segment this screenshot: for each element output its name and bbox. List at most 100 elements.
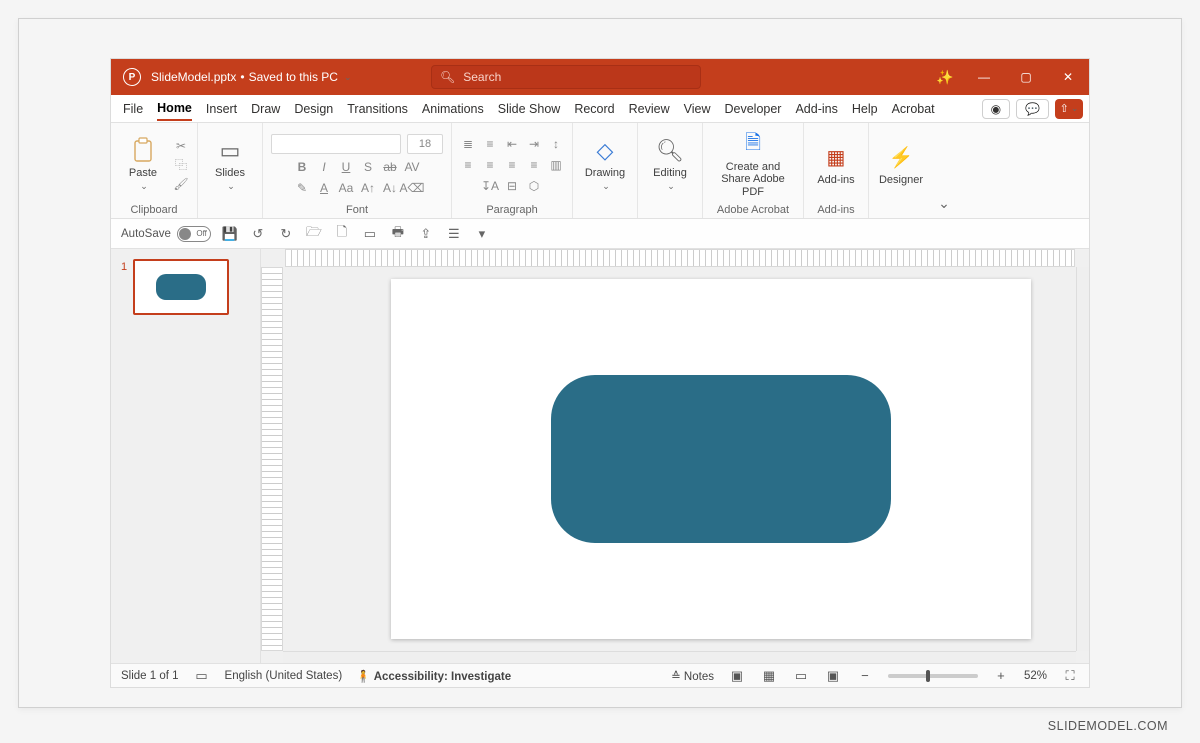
align-text-icon[interactable]: ⊟	[504, 178, 520, 194]
filename-area[interactable]: SlideModel.pptx • Saved to this PC ⌄	[151, 70, 352, 84]
tab-help[interactable]: Help	[852, 98, 878, 120]
tab-view[interactable]: View	[684, 98, 711, 120]
designer-button[interactable]: ⚡ Designer	[877, 129, 925, 201]
close-button[interactable]: ✕	[1047, 59, 1089, 95]
tab-record[interactable]: Record	[574, 98, 614, 120]
work-area: 1	[111, 249, 1089, 663]
save-icon[interactable]: 💾	[221, 225, 239, 243]
search-input[interactable]: 🔍︎ Search	[431, 65, 701, 89]
smartart-icon[interactable]: ⬡	[526, 178, 542, 194]
tab-file[interactable]: File	[123, 98, 143, 120]
bullets-icon[interactable]: ≣	[460, 136, 476, 152]
italic-icon[interactable]: I	[316, 159, 332, 175]
clear-format-icon[interactable]: A⌫	[404, 180, 420, 196]
copy-icon[interactable]: ⿻	[173, 157, 189, 173]
record-indicator-button[interactable]: ◉	[982, 99, 1010, 119]
tab-insert[interactable]: Insert	[206, 98, 237, 120]
addins-button[interactable]: ▦ Add-ins	[812, 129, 860, 201]
grow-font-icon[interactable]: A↑	[360, 180, 376, 196]
strike-icon[interactable]: ab	[382, 159, 398, 175]
share-button[interactable]: ⇧⌄	[1055, 99, 1083, 119]
open-icon[interactable]: 🗁	[305, 225, 323, 243]
tab-animations[interactable]: Animations	[422, 98, 484, 120]
normal-view-icon[interactable]: ▣	[728, 669, 746, 683]
indent-inc-icon[interactable]: ⇥	[526, 136, 542, 152]
present-icon[interactable]: ▭	[361, 225, 379, 243]
rounded-rectangle-shape[interactable]	[551, 375, 891, 543]
shadow-icon[interactable]: S	[360, 159, 376, 175]
tab-addins[interactable]: Add-ins	[795, 98, 837, 120]
minimize-button[interactable]: —	[963, 59, 1005, 95]
spacing-icon[interactable]: AV	[404, 159, 420, 175]
slide-counter[interactable]: Slide 1 of 1	[121, 670, 179, 682]
sorter-view-icon[interactable]: ▦	[760, 669, 778, 683]
group-editing: 🔍︎ Editing ⌄	[638, 123, 703, 218]
touch-icon[interactable]: ☰	[445, 225, 463, 243]
group-label: Font	[271, 202, 443, 216]
slideshow-view-icon[interactable]: ▣	[824, 669, 842, 683]
autosave-toggle[interactable]: Off	[177, 226, 211, 242]
accessibility-status[interactable]: 🧍 Accessibility: Investigate	[356, 669, 511, 683]
undo-icon[interactable]: ↺	[249, 225, 267, 243]
font-size-input[interactable]: 18	[407, 134, 443, 154]
print-icon[interactable]: 🖶	[389, 225, 407, 243]
drawing-button[interactable]: ◇ Drawing ⌄	[581, 129, 629, 201]
shrink-font-icon[interactable]: A↓	[382, 180, 398, 196]
zoom-in-icon[interactable]: +	[992, 669, 1010, 683]
comments-button[interactable]: 💬	[1016, 99, 1049, 119]
vertical-scrollbar[interactable]	[1076, 267, 1089, 651]
slide-canvas[interactable]	[391, 279, 1031, 639]
reading-view-icon[interactable]: ▭	[792, 669, 810, 683]
zoom-thumb[interactable]	[926, 670, 930, 682]
format-painter-icon[interactable]: 🖌	[173, 176, 189, 192]
change-case-icon[interactable]: Aa	[338, 180, 354, 196]
cut-icon[interactable]: ✂	[173, 138, 189, 154]
tab-draw[interactable]: Draw	[251, 98, 280, 120]
zoom-slider[interactable]	[888, 674, 978, 678]
text-direction-icon[interactable]: ↧A	[482, 178, 498, 194]
more-icon[interactable]: ▾	[473, 225, 491, 243]
highlight-icon[interactable]: ✎	[294, 180, 310, 196]
align-right-icon[interactable]: ≡	[504, 157, 520, 173]
notes-button[interactable]: ≙ Notes	[671, 669, 714, 683]
tab-slideshow[interactable]: Slide Show	[498, 98, 561, 120]
create-pdf-button[interactable]: 🗎 Create and Share Adobe PDF	[711, 129, 795, 201]
line-spacing-icon[interactable]: ↕	[548, 136, 564, 152]
maximize-button[interactable]: ▢	[1005, 59, 1047, 95]
tab-acrobat[interactable]: Acrobat	[892, 98, 935, 120]
slides-button[interactable]: ▭ Slides ⌄	[206, 129, 254, 201]
align-center-icon[interactable]: ≡	[482, 157, 498, 173]
thumbnail-preview[interactable]	[133, 259, 229, 315]
font-color-icon[interactable]: A	[316, 180, 332, 196]
tab-home[interactable]: Home	[157, 97, 192, 121]
thumbnail-slide-1[interactable]: 1	[121, 259, 250, 315]
zoom-percentage[interactable]: 52%	[1024, 670, 1047, 682]
zoom-out-icon[interactable]: −	[856, 669, 874, 683]
book-icon[interactable]: ▭	[193, 669, 211, 683]
tab-transitions[interactable]: Transitions	[347, 98, 408, 120]
new-icon[interactable]: 🗋	[333, 225, 351, 243]
paste-button[interactable]: Paste ⌄	[119, 129, 167, 201]
tab-review[interactable]: Review	[629, 98, 670, 120]
align-left-icon[interactable]: ≡	[460, 157, 476, 173]
horizontal-ruler[interactable]	[285, 249, 1075, 267]
mic-icon[interactable]: ✨	[927, 69, 963, 86]
slide-thumbnail-panel[interactable]: 1	[111, 249, 261, 663]
collapse-ribbon-button[interactable]: ⌄	[933, 123, 955, 218]
font-family-input[interactable]	[271, 134, 401, 154]
horizontal-scrollbar[interactable]	[283, 651, 1076, 663]
vertical-ruler[interactable]	[261, 267, 283, 651]
tab-developer[interactable]: Developer	[724, 98, 781, 120]
indent-dec-icon[interactable]: ⇤	[504, 136, 520, 152]
redo-icon[interactable]: ↻	[277, 225, 295, 243]
tab-design[interactable]: Design	[294, 98, 333, 120]
columns-icon[interactable]: ▥	[548, 157, 564, 173]
numbering-icon[interactable]: ≡	[482, 136, 498, 152]
fit-window-icon[interactable]: ⛶	[1061, 669, 1079, 683]
editing-button[interactable]: 🔍︎ Editing ⌄	[646, 129, 694, 201]
underline-icon[interactable]: U	[338, 159, 354, 175]
language-indicator[interactable]: English (United States)	[225, 670, 343, 682]
justify-icon[interactable]: ≡	[526, 157, 542, 173]
bold-icon[interactable]: B	[294, 159, 310, 175]
export-icon[interactable]: ⇪	[417, 225, 435, 243]
